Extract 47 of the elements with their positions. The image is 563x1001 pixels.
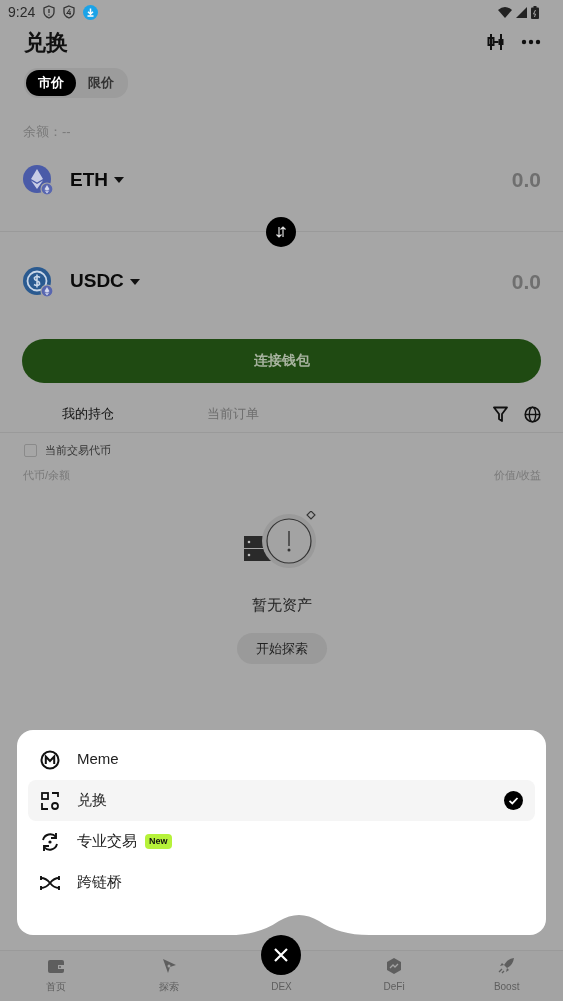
- token-selector[interactable]: ETH: [22, 164, 124, 196]
- menu-item[interactable]: 专业交易 New: [28, 821, 535, 862]
- nav-tab[interactable]: 探索: [112, 951, 226, 1001]
- order-type-tab[interactable]: 限价: [76, 70, 126, 96]
- check-icon: [504, 791, 523, 810]
- battery-icon: [531, 5, 539, 19]
- globe-icon[interactable]: [524, 405, 541, 423]
- holdings-tab[interactable]: 我的持仓: [15, 396, 160, 432]
- new-badge: New: [145, 833, 172, 850]
- status-time: 9:24: [8, 2, 36, 22]
- close-button[interactable]: [261, 935, 301, 975]
- checkbox[interactable]: [24, 444, 37, 457]
- start-explore-button[interactable]: 开始探索: [236, 632, 327, 664]
- swap-squares-icon: [40, 790, 60, 811]
- wifi-icon: [498, 6, 512, 18]
- token-icon: [22, 164, 54, 196]
- nav-rocket-icon: [497, 957, 516, 975]
- more-icon[interactable]: [521, 39, 541, 45]
- nav-tab[interactable]: 首页: [0, 951, 113, 1001]
- order-type-tab[interactable]: 市价: [26, 70, 76, 96]
- nav-tab[interactable]: DeFi: [337, 951, 451, 1001]
- filter-icon[interactable]: [493, 406, 508, 422]
- empty-message: 暂无资产: [251, 595, 312, 615]
- swap-arrows-icon: [275, 225, 287, 238]
- swap-button[interactable]: [266, 216, 296, 247]
- page-title: 兑换: [24, 28, 68, 57]
- download-icon: [83, 4, 99, 20]
- nav-hexagon-icon: [385, 957, 404, 975]
- close-icon: [273, 947, 289, 963]
- nav-tab[interactable]: DEX: [225, 951, 338, 1001]
- connect-wallet-button[interactable]: 连接钱包: [22, 338, 541, 383]
- caret-icon: [114, 177, 124, 183]
- menu-item[interactable]: Meme: [28, 739, 535, 780]
- nav-wallet-icon: [47, 957, 66, 975]
- token-icon: [22, 265, 54, 298]
- shield-badge-icon: [63, 5, 76, 19]
- caret-icon: [129, 278, 140, 285]
- nav-tab[interactable]: Boost: [450, 951, 563, 1001]
- signal-icon: [516, 6, 527, 18]
- shield-alert-icon: [43, 5, 56, 19]
- m-circle-icon: [40, 749, 60, 770]
- menu-item[interactable]: 跨链桥: [28, 862, 535, 903]
- candlestick-chart-icon[interactable]: [487, 33, 505, 51]
- checkbox-label: 当前交易代币: [45, 443, 111, 459]
- token-selector[interactable]: USDC: [22, 265, 140, 298]
- menu-item[interactable]: 兑换: [28, 780, 535, 821]
- refresh-icon: [40, 831, 60, 852]
